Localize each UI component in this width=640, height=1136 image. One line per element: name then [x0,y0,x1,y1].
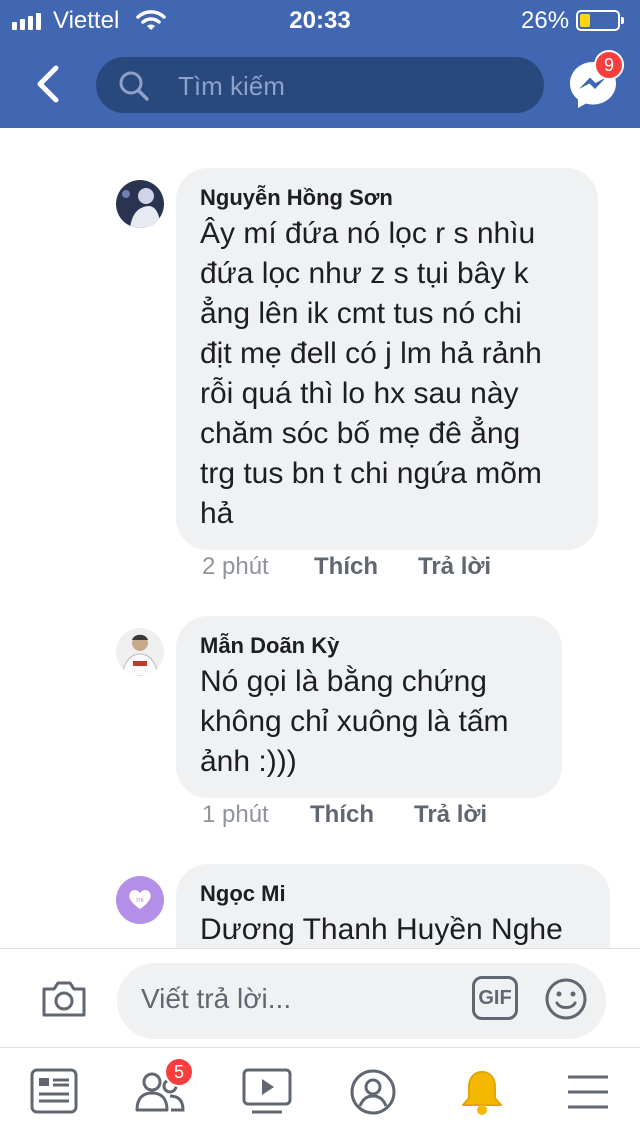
reply-input[interactable]: Viết trả lời... [117,963,606,1039]
reply-button[interactable]: Trả lời [414,801,487,829]
comment-text: Nó gọi là bằng chứng không chỉ xuông là … [200,665,509,778]
comments-list[interactable]: Nguyễn Hồng Sơn Ây mí đứa nó lọc r s nhì… [0,128,640,948]
battery-icon [576,10,624,31]
tab-bar [0,1048,640,1136]
news-feed-icon[interactable] [30,1068,78,1114]
comment-time: 2 phút [202,553,269,580]
notifications-bell-icon[interactable] [459,1068,505,1116]
avatar[interactable] [116,180,164,228]
comment-author[interactable]: Mẫn Doãn Kỳ [200,630,538,662]
gif-button[interactable]: GIF [472,976,518,1020]
top-bar: Viettel 20:33 26% Tìm kiếm [0,0,640,128]
back-arrow-icon[interactable] [30,64,66,104]
comment-bubble[interactable]: Mẫn Doãn Kỳ Nó gọi là bằng chứng không c… [176,616,562,798]
menu-icon[interactable] [566,1074,610,1110]
avatar[interactable] [116,628,164,676]
search-icon [119,71,149,101]
friends-badge: 5 [164,1057,194,1087]
comment-author[interactable]: Nguyễn Hồng Sơn [200,182,574,214]
emoji-icon[interactable] [544,977,588,1021]
messenger-badge: 9 [594,50,624,80]
comment-text: Ây mí đứa nó lọc r s nhìu đứa lọc như z … [200,217,542,530]
camera-icon[interactable] [40,979,88,1019]
status-bar: Viettel 20:33 26% [0,0,640,42]
avatar[interactable]: mi [116,876,164,924]
watch-icon[interactable] [242,1068,292,1116]
reply-button[interactable]: Trả lời [418,553,491,581]
like-button[interactable]: Thích [310,801,414,829]
reply-placeholder: Viết trả lời... [141,983,292,1014]
comment-bubble[interactable]: Nguyễn Hồng Sơn Ây mí đứa nó lọc r s nhì… [176,168,598,550]
search-bar[interactable]: Tìm kiếm [96,57,544,113]
reply-bar: Viết trả lời... GIF [0,948,640,1048]
comment-bubble[interactable]: Ngọc Mi Dương Thanh Huyền Nghe [176,864,610,948]
svg-text:mi: mi [136,897,144,904]
comment-time: 1 phút [202,801,269,828]
battery-percent: 26% [521,7,570,34]
comment-meta: 1 phút Thích Trả lời [202,801,487,829]
search-placeholder: Tìm kiếm [178,71,285,101]
comment-text: Dương Thanh Huyền Nghe [200,913,563,946]
comment-author[interactable]: Ngọc Mi [200,878,586,910]
comment-meta: 2 phút Thích Trả lời [202,553,491,581]
profile-icon[interactable] [349,1068,397,1116]
like-button[interactable]: Thích [314,553,418,581]
